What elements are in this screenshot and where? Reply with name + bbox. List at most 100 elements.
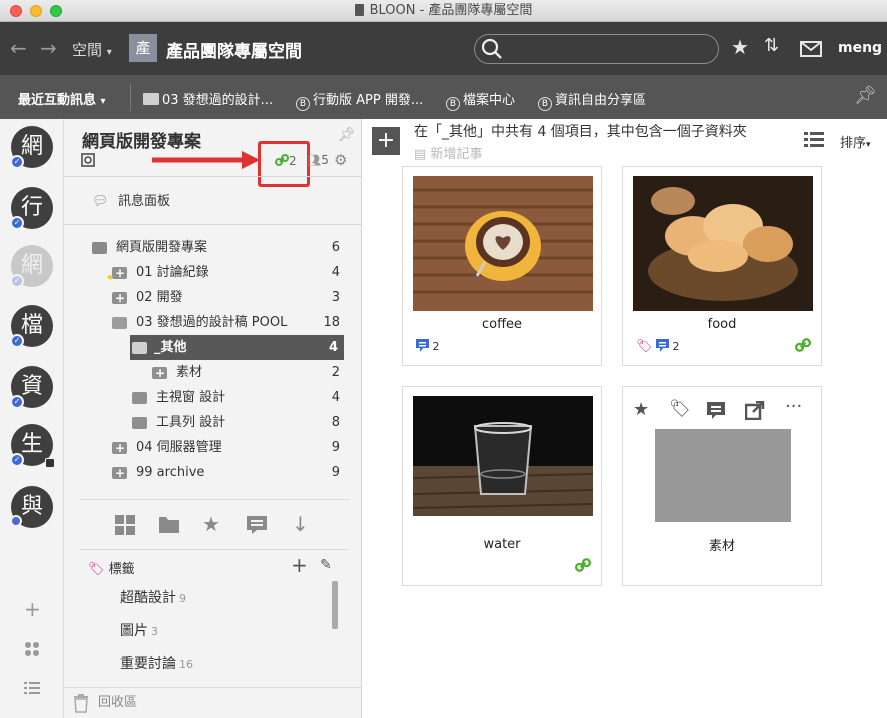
- member-count[interactable]: 👥︎5: [306, 153, 329, 167]
- tag-item[interactable]: 重要討論 16: [120, 653, 193, 673]
- add-workspace-icon[interactable]: +: [24, 597, 41, 621]
- workspace-label: 生: [20, 432, 43, 457]
- workspace-label: 網: [20, 134, 43, 159]
- annotation-arrow: [152, 151, 260, 169]
- trash-link[interactable]: 回收區: [64, 687, 362, 718]
- check-icon: ✓: [10, 334, 24, 348]
- tree-count: 3: [331, 290, 340, 305]
- minimize-button[interactable]: [30, 5, 42, 17]
- comment-icon: [416, 339, 429, 352]
- tag-count: 3: [151, 625, 158, 638]
- item-card[interactable]: food 🏷︎ 2: [622, 166, 822, 366]
- link-icon: [275, 154, 289, 166]
- workspace-avatar[interactable]: 行 ✓: [10, 187, 53, 230]
- link-count[interactable]: 2: [275, 153, 297, 168]
- tree-row[interactable]: 02 開發 3: [64, 285, 362, 311]
- space-menu[interactable]: 空間 ▾: [72, 39, 112, 60]
- bookmark-item[interactable]: B 行動版 APP 開發...: [296, 89, 423, 111]
- folder-card[interactable]: ★ 🏷︎ ··· 素材: [622, 386, 822, 586]
- list-view-icon[interactable]: [804, 131, 824, 149]
- tags-header: 🏷︎ 標籤: [88, 558, 135, 577]
- edit-pencil-icon[interactable]: ✎: [320, 557, 332, 573]
- add-tag-icon[interactable]: +: [291, 553, 308, 577]
- tree-label: 網頁版開發專案: [116, 240, 208, 255]
- item-card[interactable]: water: [402, 386, 602, 586]
- tree-row[interactable]: 99 archive 9: [64, 460, 362, 486]
- mail-icon[interactable]: [800, 41, 822, 57]
- folder-filter-icon[interactable]: [158, 515, 180, 534]
- note-icon[interactable]: [706, 401, 726, 420]
- trash-label: 回收區: [98, 695, 138, 710]
- tag-item[interactable]: 圖片 3: [120, 620, 158, 640]
- tree-row[interactable]: 03 發想過的設計稿 POOL 18: [64, 310, 362, 335]
- tag-count: 9: [179, 592, 186, 605]
- gear-icon[interactable]: ⚙: [334, 151, 347, 169]
- workspace-avatar[interactable]: 資 ✓: [10, 366, 53, 409]
- sort-menu[interactable]: 排序▾: [840, 132, 871, 151]
- bookmark-item[interactable]: 03 發想過的設計...: [143, 89, 273, 108]
- folder-plus-icon: [112, 461, 127, 486]
- tree-count: 6: [331, 240, 340, 255]
- user-name[interactable]: meng: [838, 40, 882, 56]
- message-board-link[interactable]: 💬︎ 訊息面板: [64, 189, 362, 214]
- water-thumbnail: [413, 396, 593, 531]
- external-link-icon[interactable]: [745, 401, 765, 420]
- tree-row[interactable]: 素材 2: [64, 360, 362, 386]
- tags-scrollbar[interactable]: [332, 581, 338, 629]
- link-icon[interactable]: [575, 557, 591, 573]
- link-icon[interactable]: [795, 337, 811, 353]
- workspace-avatar[interactable]: 網 ✓: [10, 126, 53, 169]
- card-title: coffee: [481, 317, 523, 332]
- tree-row[interactable]: 工具列 設計 8: [64, 410, 362, 435]
- folder-summary: 在「_其他」中共有 4 個項目，其中包含一個子資料夾: [414, 124, 747, 140]
- forward-icon[interactable]: →: [40, 36, 57, 60]
- note-filter-icon[interactable]: [246, 515, 268, 535]
- bookmark-item[interactable]: B 資訊自由分享區: [538, 89, 646, 111]
- tag-label: 圖片: [120, 623, 148, 639]
- recent-messages-menu[interactable]: 最近互動訊息 ▾: [18, 89, 106, 108]
- tag-item[interactable]: 超酷設計 9: [120, 587, 186, 607]
- pin-icon[interactable]: 📌︎: [854, 85, 877, 106]
- space-avatar: 產: [129, 34, 157, 62]
- back-icon[interactable]: ←: [10, 36, 27, 60]
- bookmark-label: 03 發想過的設計...: [162, 93, 274, 108]
- tree-count: 8: [331, 415, 340, 430]
- tree-label: 99 archive: [136, 465, 205, 480]
- tag-icon[interactable]: 🏷︎: [669, 399, 691, 419]
- workspace-avatar[interactable]: 檔 ✓: [10, 305, 53, 348]
- comment-count[interactable]: 2: [416, 339, 440, 353]
- bookmark-item[interactable]: B 檔案中心: [446, 89, 515, 111]
- sort-arrows-icon[interactable]: ⇅: [764, 35, 779, 56]
- add-item-button[interactable]: +: [372, 127, 400, 155]
- tree-row[interactable]: 04 伺服器管理 9: [64, 435, 362, 461]
- star-icon[interactable]: ★: [731, 35, 749, 59]
- tree-row-selected[interactable]: _其他 4: [130, 335, 344, 360]
- comment-count[interactable]: 🏷︎ 2: [636, 339, 680, 354]
- grid-dots-icon[interactable]: [24, 641, 40, 657]
- item-card[interactable]: coffee 2: [402, 166, 602, 366]
- workspace-avatar[interactable]: 與: [10, 486, 53, 528]
- sync-icon[interactable]: [81, 153, 95, 167]
- trash-icon: [74, 694, 88, 713]
- grid-view-icon[interactable]: [114, 514, 136, 536]
- pin-icon[interactable]: 📌︎: [338, 127, 356, 143]
- search-input[interactable]: [474, 34, 719, 64]
- workspace-rail: 網 ✓ 行 ✓ 網 ✓ 檔 ✓ 資 ✓ 生 ✓ 與 +: [0, 119, 64, 718]
- download-filter-icon[interactable]: ↓: [292, 512, 309, 536]
- list-icon[interactable]: [24, 681, 40, 695]
- workspace-avatar[interactable]: 生 ✓: [10, 424, 55, 468]
- star-filter-icon[interactable]: ★: [202, 512, 220, 536]
- new-note-link[interactable]: ▤ 新增記事: [414, 143, 482, 162]
- tree-row-project[interactable]: 網頁版開發專案 6: [64, 235, 362, 260]
- tree-row[interactable]: 主視窗 設計 4: [64, 385, 362, 410]
- star-icon[interactable]: ★: [633, 399, 649, 420]
- close-button[interactable]: [10, 5, 22, 17]
- workspace-avatar[interactable]: 網 ✓: [10, 245, 53, 288]
- tree-label: 工具列 設計: [156, 415, 226, 430]
- more-icon[interactable]: ···: [785, 396, 802, 417]
- tag-count: 16: [179, 658, 193, 671]
- tree-row[interactable]: ★ 01 討論紀錄 4: [64, 260, 362, 286]
- window-controls: [10, 5, 62, 17]
- zoom-button[interactable]: [50, 5, 62, 17]
- tags-label: 標籤: [108, 562, 135, 577]
